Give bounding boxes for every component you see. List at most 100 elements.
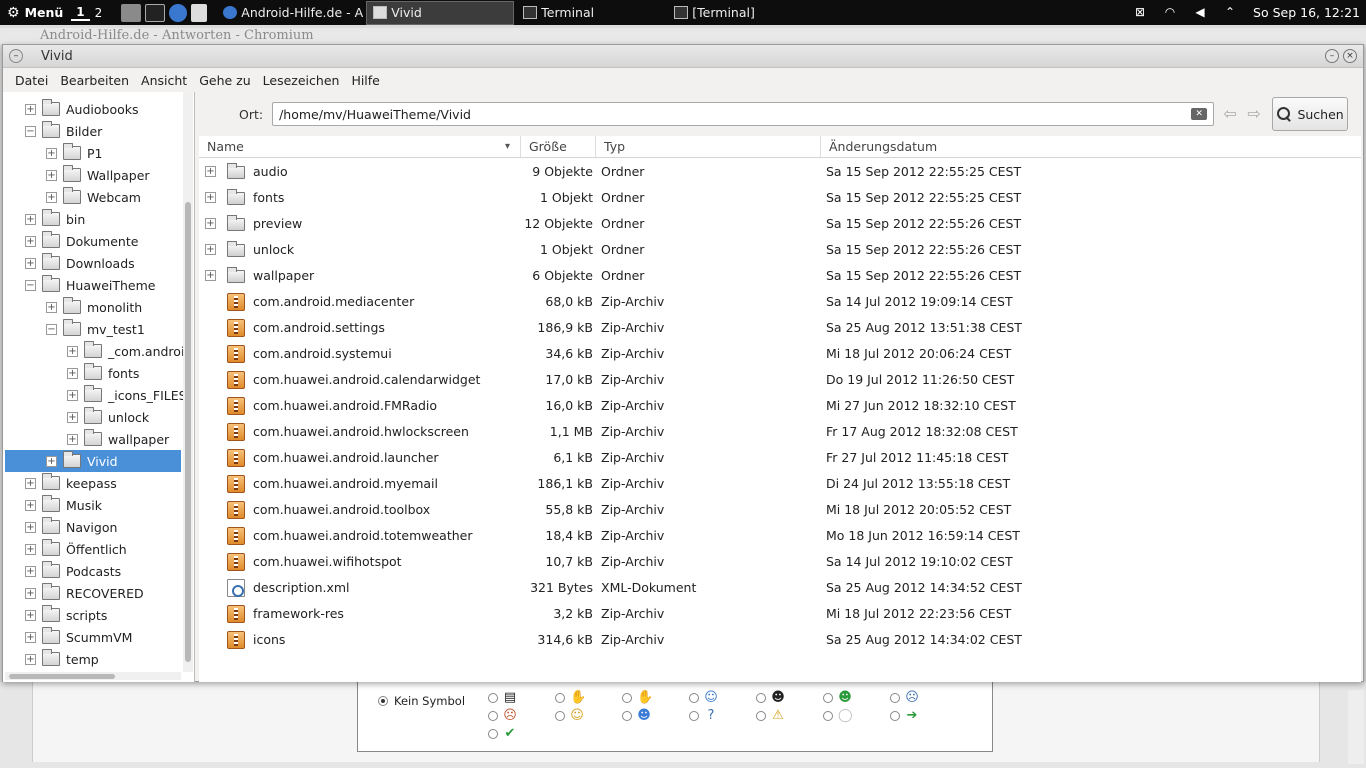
location-input[interactable]: /home/mv/HuaweiTheme/Vivid ✕ [272,102,1215,126]
sidebar-item[interactable]: + wallpaper [67,428,169,450]
window-titlebar[interactable]: – Vivid – × [3,45,1363,68]
expand-icon[interactable]: + [25,521,36,533]
sidebar-vertical-scrollbar[interactable] [183,92,193,672]
sidebar-item[interactable]: + P1 [46,142,103,164]
workspace-2[interactable]: 2 [90,6,108,20]
sidebar-item[interactable]: + _com.androi [67,340,184,362]
emoticon-option[interactable]: ☺ [689,691,718,705]
background-window-title[interactable]: Android-Hilfe.de - Antworten - Chromium [0,28,1366,44]
forward-icon[interactable]: ⇨ [1242,102,1266,126]
sidebar-item[interactable]: + temp [25,648,99,670]
expand-icon[interactable]: + [67,389,78,401]
expand-icon[interactable]: + [25,543,36,555]
expand-icon[interactable]: + [25,213,36,225]
expand-icon[interactable]: + [25,631,36,643]
sidebar-item[interactable]: + fonts [67,362,139,384]
emoticon-option[interactable]: ⚠ [756,709,785,723]
chromium-launcher-icon[interactable] [169,3,188,22]
column-header-name[interactable]: Name ▾ [199,136,521,158]
minimize-icon[interactable]: – [1325,49,1339,63]
sidebar-item[interactable]: + Musik [25,494,102,516]
workspace-1[interactable]: 1 [71,5,90,21]
volume-icon[interactable]: ◀ [1193,6,1207,19]
emoticon-option[interactable]: ✔ [488,727,517,741]
expand-icon[interactable]: + [46,147,57,159]
expand-icon[interactable]: + [25,257,36,269]
task-vivid[interactable]: Vivid [366,0,515,25]
sidebar-item[interactable]: + ScummVM [25,626,132,648]
expand-icon[interactable]: + [46,191,57,203]
collapse-icon[interactable]: − [46,323,57,335]
sidebar-item[interactable]: + Webcam [46,186,141,208]
emoticon-option[interactable]: ☹ [488,709,517,723]
menu-hilfe[interactable]: Hilfe [345,73,385,88]
expand-icon[interactable]: + [46,455,57,467]
file-row[interactable]: com.huawei.android.totemweather 18,4 kB Zi… [199,523,1361,549]
file-row[interactable]: com.huawei.android.toolbox 55,8 kB Zip-Arc… [199,497,1361,523]
expand-icon[interactable]: + [25,235,36,247]
sidebar-item[interactable]: + Podcasts [25,560,121,582]
sidebar-item[interactable]: + scripts [25,604,107,626]
chevron-up-icon[interactable]: ⌃ [1223,6,1237,19]
expand-icon[interactable]: + [67,345,78,357]
emoticon-option[interactable]: ➔ [890,709,919,723]
file-row[interactable]: com.huawei.android.FMRadio 16,0 kB Zip-Arc… [199,393,1361,419]
column-header-date[interactable]: Änderungsdatum [821,136,1361,158]
sidebar-item[interactable]: − HuaweiTheme [25,274,155,296]
expand-icon[interactable]: + [67,411,78,423]
menu-bearbeiten[interactable]: Bearbeiten [54,73,135,88]
clock[interactable]: So Sep 16, 12:21 [1253,5,1360,20]
close-icon[interactable]: × [1343,49,1357,63]
expand-icon[interactable]: + [25,609,36,621]
radio-button[interactable] [378,696,388,706]
file-row[interactable]: description.xml 321 Bytes XML-Dokument Sa 2… [199,575,1361,601]
sidebar-item[interactable]: + Audiobooks [25,98,139,120]
expand-icon[interactable]: + [46,169,57,181]
emoticon-option[interactable]: ✋ [622,691,653,705]
window-menu-icon[interactable]: – [9,49,23,63]
expand-icon[interactable]: + [25,499,36,511]
file-row[interactable]: + fonts 1 Objekt Ordner Sa 15 Sep 2012 22:55… [199,185,1361,211]
emoticon-option[interactable]: ◯ [823,709,853,723]
emoticon-option[interactable]: ▤ [488,691,517,705]
expand-icon[interactable]: + [25,103,36,115]
collapse-icon[interactable]: − [25,125,36,137]
menu-datei[interactable]: Datei [9,73,54,88]
sidebar-item[interactable]: + Öffentlich [25,538,127,560]
sidebar-item[interactable]: + keepass [25,472,117,494]
emoticon-option[interactable]: ☹ [890,691,919,705]
file-row[interactable]: com.huawei.wifihotspot 10,7 kB Zip-Archiv S… [199,549,1361,575]
file-row[interactable]: framework-res 3,2 kB Zip-Archiv Mi 18 Jul 2… [199,601,1361,627]
file-row[interactable]: com.android.settings 186,9 kB Zip-Archiv Sa… [199,315,1361,341]
file-row[interactable]: com.huawei.android.myemail 186,1 kB Zip-Ar… [199,471,1361,497]
file-row[interactable]: icons 314,6 kB Zip-Archiv Sa 25 Aug 2012 14… [199,627,1361,653]
network-off-icon[interactable]: ⊠ [1133,6,1147,19]
expand-icon[interactable]: + [67,433,78,445]
sidebar-item[interactable]: + bin [25,208,85,230]
menu-ansicht[interactable]: Ansicht [135,73,193,88]
expand-icon[interactable]: + [205,270,216,281]
sidebar-item[interactable]: + RECOVERED [25,582,144,604]
file-row[interactable]: + audio 9 Objekte Ordner Sa 15 Sep 2012 22:5… [199,159,1361,185]
terminal-launcher-icon[interactable] [145,3,166,22]
emoticon-option[interactable]: ✋ [555,691,586,705]
emoticon-option[interactable]: ☻ [823,691,852,705]
radio-kein-symbol[interactable]: Kein Symbol [378,694,465,708]
collapse-icon[interactable]: − [25,279,36,291]
file-manager-launcher-icon[interactable] [121,3,142,22]
text-editor-launcher-icon[interactable] [191,3,208,22]
file-row[interactable]: com.android.systemui 34,6 kB Zip-Archiv Mi … [199,341,1361,367]
column-header-type[interactable]: Typ [596,136,821,158]
expand-icon[interactable]: + [25,587,36,599]
task-chromium[interactable]: Android-Hilfe.de - An… [217,1,363,25]
menu-lesezeichen[interactable]: Lesezeichen [257,73,346,88]
clear-icon[interactable]: ✕ [1191,108,1208,120]
emoticon-option[interactable]: ? [689,709,718,723]
search-button[interactable]: Suchen [1272,97,1349,131]
column-header-size[interactable]: Größe [521,136,596,158]
wifi-icon[interactable]: ◠ [1163,6,1177,19]
sidebar-item[interactable]: + Wallpaper [46,164,150,186]
menu-gehe-zu[interactable]: Gehe zu [193,73,256,88]
expand-icon[interactable]: + [25,565,36,577]
expand-icon[interactable]: + [205,244,216,255]
